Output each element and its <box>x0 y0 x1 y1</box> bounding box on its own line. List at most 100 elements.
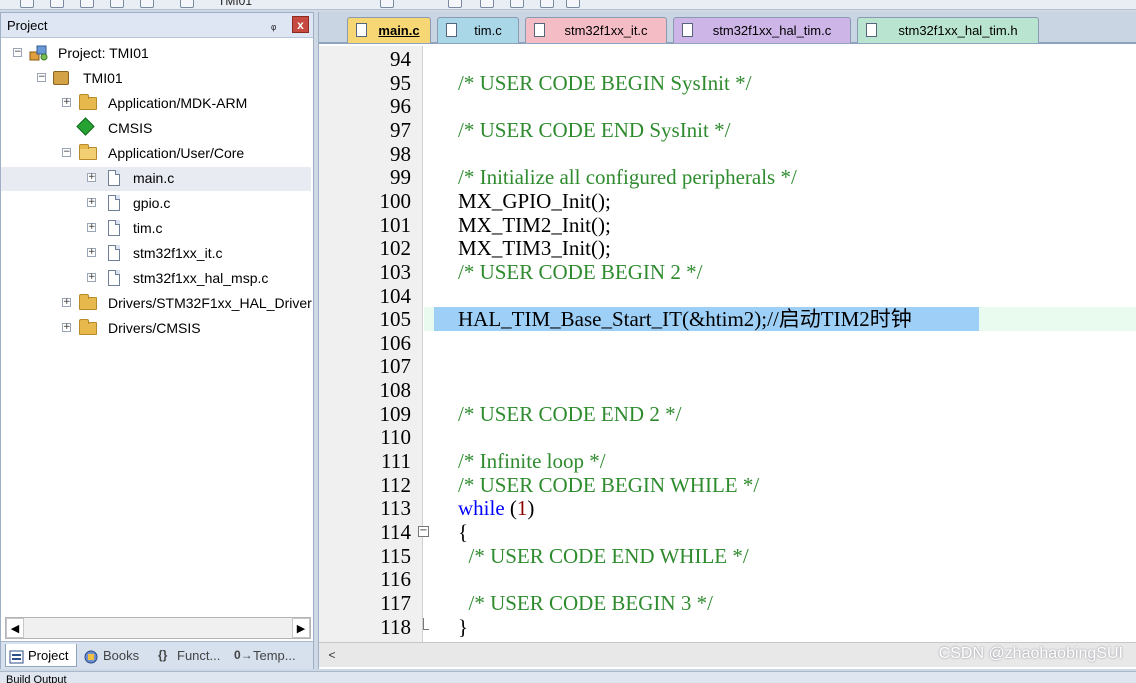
functions-icon: {} <box>158 648 168 662</box>
expand-icon[interactable]: + <box>62 298 71 307</box>
code-line[interactable]: 102 MX_TIM3_Init(); <box>319 236 1136 260</box>
code-text: /* USER CODE END SysInit */ <box>458 118 730 142</box>
pin-icon[interactable]: ᵩ <box>271 18 276 32</box>
code-line[interactable]: 110 <box>319 425 1136 449</box>
code-token: HAL_TIM_Base_Start_IT(&htim2);//启动TIM2时钟 <box>458 307 912 332</box>
code-token: ) <box>527 496 535 521</box>
tree-item[interactable]: + Drivers/CMSIS <box>1 317 311 341</box>
scroll-right-icon[interactable]: ▶ <box>292 618 310 638</box>
code-line[interactable]: 97 /* USER CODE END SysInit */ <box>319 118 1136 142</box>
code-line[interactable]: 98 <box>319 142 1136 166</box>
code-token: MX_TIM3_Init(); <box>458 236 611 261</box>
toolbar-button[interactable] <box>510 0 524 8</box>
tree-item[interactable]: CMSIS <box>1 117 311 141</box>
file-tab[interactable]: main.c <box>347 17 431 43</box>
tree-horizontal-scrollbar[interactable]: ◀ ▶ <box>5 617 311 639</box>
code-line[interactable]: 108 <box>319 378 1136 402</box>
tree-item[interactable]: + main.c <box>1 167 311 191</box>
tree-item[interactable]: − TMI01 <box>1 67 311 91</box>
panel-tab-label: Project <box>28 648 69 663</box>
code-line[interactable]: 103 /* USER CODE BEGIN 2 */ <box>319 260 1136 284</box>
toolbar-button[interactable] <box>110 0 124 8</box>
code-line[interactable]: 111 /* Infinite loop */ <box>319 449 1136 473</box>
expand-icon[interactable]: + <box>62 98 71 107</box>
code-comment: /* USER CODE END SysInit */ <box>458 117 731 142</box>
toolbar-button[interactable] <box>180 0 194 8</box>
tree-item[interactable]: + tim.c <box>1 217 311 241</box>
toolbar-button[interactable] <box>480 0 494 8</box>
code-line[interactable]: 107 <box>319 354 1136 378</box>
line-number: 95 <box>390 70 411 95</box>
code-line[interactable]: 95 /* USER CODE BEGIN SysInit */ <box>319 71 1136 95</box>
code-line[interactable]: 96 <box>319 94 1136 118</box>
folder-icon <box>79 319 97 335</box>
code-area[interactable]: 94 95 /* USER CODE BEGIN SysInit */ 96 97 /* … <box>319 46 1136 642</box>
code-line[interactable]: 118} <box>319 615 1136 639</box>
file-icon <box>108 195 120 211</box>
toolbar-button[interactable] <box>50 0 64 8</box>
panel-tab-books[interactable]: Books <box>81 644 151 667</box>
toolbar-button[interactable] <box>140 0 154 8</box>
code-comment: /* USER CODE END WHILE */ <box>458 543 749 568</box>
file-tab[interactable]: stm32f1xx_hal_tim.c <box>673 17 851 43</box>
toolbar-button[interactable] <box>20 0 34 8</box>
line-number: 117 <box>380 590 411 615</box>
code-text: MX_TIM2_Init(); <box>458 213 611 237</box>
target-select[interactable]: TMI01 <box>218 0 252 8</box>
code-line[interactable]: 99 /* Initialize all configured periphera… <box>319 165 1136 189</box>
code-comment: /* USER CODE BEGIN WHILE */ <box>458 472 760 497</box>
scroll-left-icon[interactable]: < <box>323 646 341 664</box>
code-line[interactable]: 114− { <box>319 520 1136 544</box>
expand-icon[interactable]: + <box>87 223 96 232</box>
tree-item[interactable]: + Application/MDK-ARM <box>1 92 311 116</box>
tree-item[interactable]: + stm32f1xx_it.c <box>1 242 311 266</box>
code-line[interactable]: 113 while (1) <box>319 496 1136 520</box>
tree-item[interactable]: − Application/User/Core <box>1 142 311 166</box>
code-horizontal-scrollbar[interactable]: < CSDN @zhaohaobingSUI <box>319 642 1136 667</box>
collapse-icon[interactable]: − <box>13 48 22 57</box>
expand-icon[interactable]: + <box>62 323 71 332</box>
code-line[interactable]: 101 MX_TIM2_Init(); <box>319 213 1136 237</box>
expand-icon[interactable]: + <box>87 173 96 182</box>
collapse-icon[interactable]: − <box>62 148 71 157</box>
tree-item[interactable]: − Project: TMI01 <box>1 42 311 66</box>
toolbar-button[interactable] <box>448 0 462 8</box>
tree-item[interactable]: + Drivers/STM32F1xx_HAL_Driver <box>1 292 312 316</box>
toolbar-button[interactable] <box>380 0 394 8</box>
code-line[interactable]: 100 MX_GPIO_Init(); <box>319 189 1136 213</box>
scroll-left-icon[interactable]: ◀ <box>6 618 24 638</box>
expand-icon[interactable]: + <box>87 198 96 207</box>
code-line[interactable]: 104 <box>319 284 1136 308</box>
code-line[interactable]: 105 HAL_TIM_Base_Start_IT(&htim2);//启动TIM… <box>380 307 1136 332</box>
panel-tab-funct[interactable]: {} Funct... <box>155 644 229 667</box>
code-line[interactable]: 106 <box>319 331 1136 355</box>
tree-item-label: stm32f1xx_hal_msp.c <box>133 270 269 286</box>
file-tab[interactable]: stm32f1xx_it.c <box>525 17 667 43</box>
toolbar-button[interactable] <box>540 0 554 8</box>
panel-tab-project[interactable]: Project <box>5 644 77 667</box>
tree-item[interactable]: + stm32f1xx_hal_msp.c <box>1 267 311 291</box>
tree-item-label: Drivers/STM32F1xx_HAL_Driver <box>108 295 312 311</box>
expand-icon[interactable]: + <box>87 273 96 282</box>
code-comment: /* USER CODE BEGIN SysInit */ <box>458 70 752 95</box>
code-text: MX_GPIO_Init(); <box>458 189 611 213</box>
file-tab[interactable]: tim.c <box>437 17 519 43</box>
panel-title: Project <box>7 18 48 33</box>
toolbar-button[interactable] <box>566 0 580 8</box>
build-output-label[interactable]: Build Output <box>6 674 67 683</box>
file-tab[interactable]: stm32f1xx_hal_tim.h <box>857 17 1039 43</box>
code-line[interactable]: 115 /* USER CODE END WHILE */ <box>319 544 1136 568</box>
panel-tabs: Project Books {} Funct... 0→ Temp... <box>1 641 313 669</box>
tree-item[interactable]: + gpio.c <box>1 192 311 216</box>
fold-collapse-icon[interactable]: − <box>418 526 429 537</box>
expand-icon[interactable]: + <box>87 248 96 257</box>
code-line[interactable]: 112 /* USER CODE BEGIN WHILE */ <box>319 473 1136 497</box>
code-line[interactable]: 94 <box>319 47 1136 71</box>
code-line[interactable]: 117 /* USER CODE BEGIN 3 */ <box>319 591 1136 615</box>
code-line[interactable]: 109 /* USER CODE END 2 */ <box>319 402 1136 426</box>
collapse-icon[interactable]: − <box>37 73 46 82</box>
code-line[interactable]: 116 <box>319 567 1136 591</box>
toolbar-button[interactable] <box>80 0 94 8</box>
panel-tab-temp[interactable]: 0→ Temp... <box>231 644 309 667</box>
close-icon[interactable]: x <box>292 16 309 33</box>
